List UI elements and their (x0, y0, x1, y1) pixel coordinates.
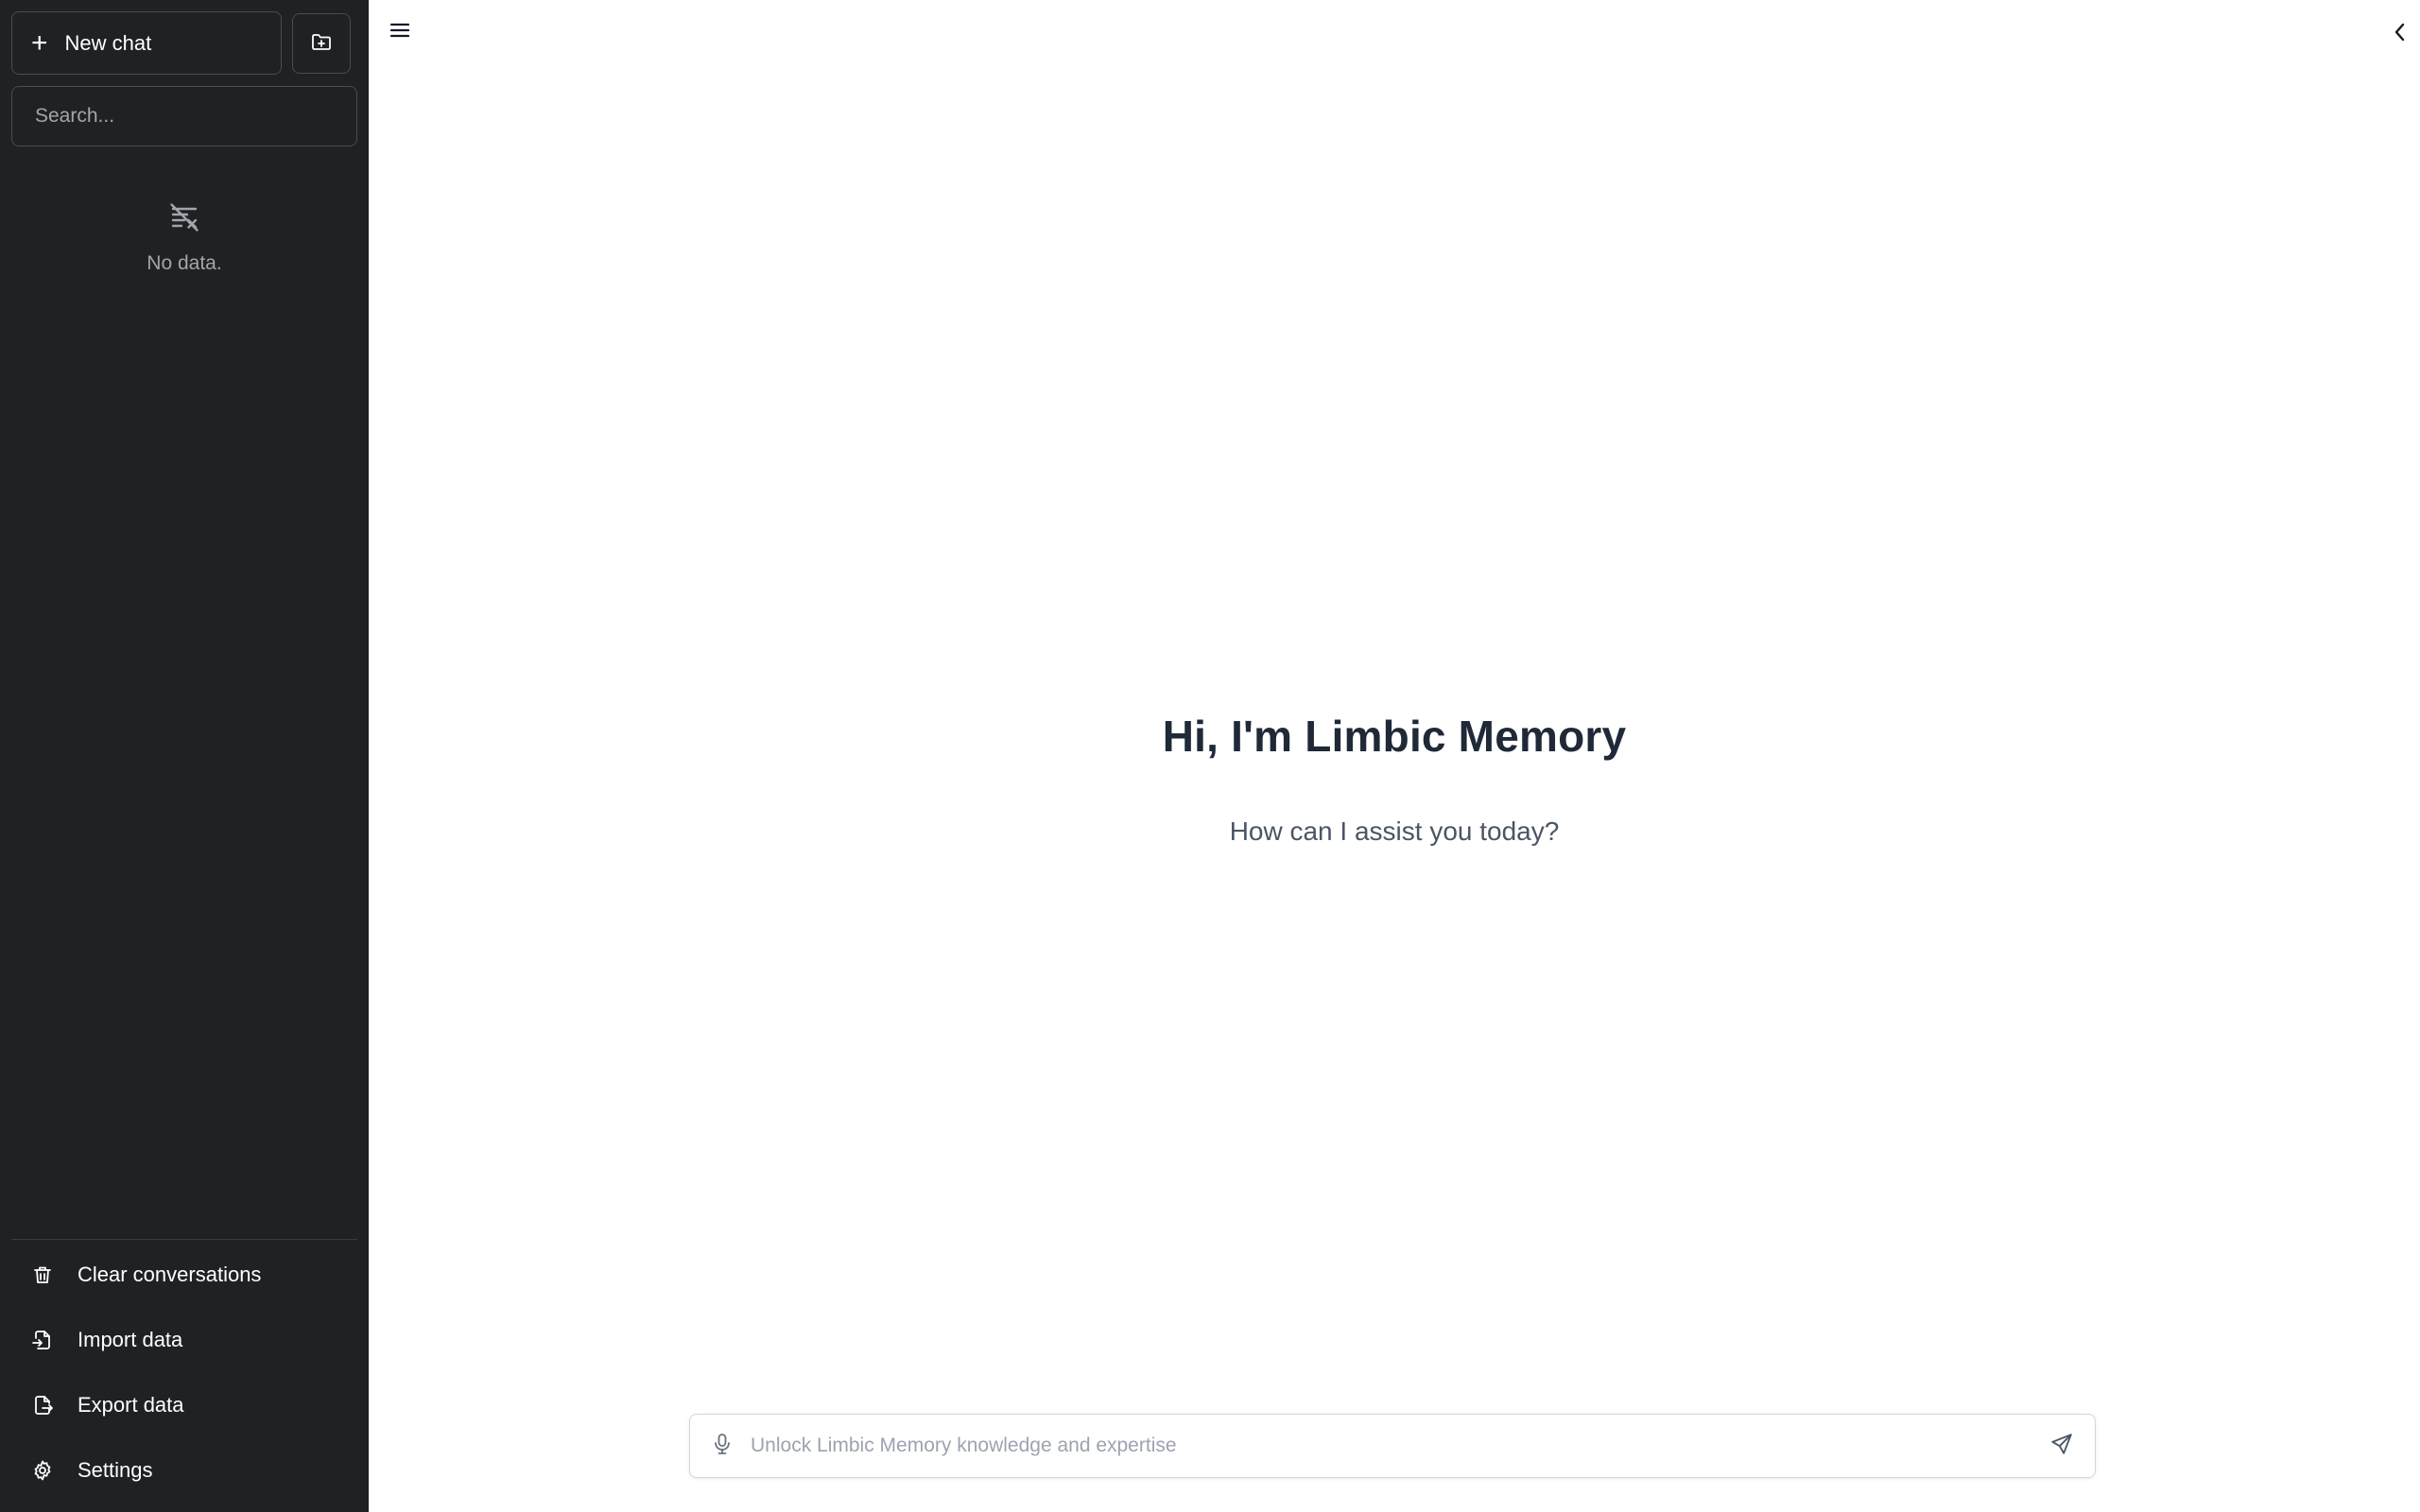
sidebar-divider (11, 1239, 357, 1240)
file-import-icon (30, 1328, 55, 1352)
plus-icon: + (31, 26, 48, 59)
empty-state-text: No data. (147, 252, 222, 274)
clear-conversations-button[interactable]: Clear conversations (11, 1248, 357, 1301)
microphone-icon (712, 1433, 733, 1460)
message-input[interactable] (735, 1415, 2046, 1477)
hamburger-icon (389, 21, 410, 44)
chevron-left-icon (2393, 22, 2408, 47)
empty-state: No data. (0, 200, 369, 275)
new-folder-button[interactable] (292, 13, 351, 74)
trash-icon (30, 1263, 55, 1287)
send-icon (2049, 1432, 2074, 1461)
file-export-icon (30, 1393, 55, 1418)
welcome-subtitle: How can I assist you today? (1229, 816, 1560, 846)
new-chat-label: New chat (64, 30, 152, 55)
main-panel: Hi, I'm Limbic Memory How can I assist y… (369, 0, 2420, 1512)
voice-input-button[interactable] (709, 1433, 735, 1459)
no-data-icon (0, 200, 369, 239)
clear-conversations-label: Clear conversations (78, 1263, 262, 1286)
export-data-button[interactable]: Export data (11, 1379, 357, 1432)
export-data-label: Export data (78, 1393, 184, 1417)
collapse-panel-button[interactable] (2386, 19, 2414, 49)
send-button[interactable] (2046, 1430, 2078, 1462)
new-chat-button[interactable]: + New chat (11, 11, 282, 75)
search-input[interactable] (11, 86, 357, 146)
import-data-button[interactable]: Import data (11, 1314, 357, 1366)
gear-icon (30, 1458, 55, 1483)
sidebar-toggle-button[interactable] (386, 19, 414, 45)
message-composer (689, 1414, 2096, 1478)
welcome-title: Hi, I'm Limbic Memory (1162, 712, 1627, 761)
welcome-section: Hi, I'm Limbic Memory How can I assist y… (369, 711, 2420, 847)
folder-plus-icon (310, 30, 333, 58)
settings-button[interactable]: Settings (11, 1444, 357, 1497)
import-data-label: Import data (78, 1328, 183, 1351)
sidebar: + New chat No data. Clear (0, 0, 369, 1512)
settings-label: Settings (78, 1458, 153, 1482)
